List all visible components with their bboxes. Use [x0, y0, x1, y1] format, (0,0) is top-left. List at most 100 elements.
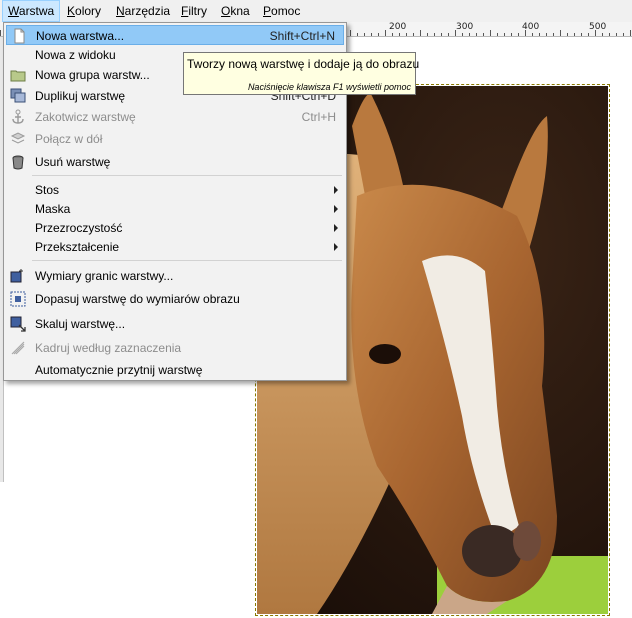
- ruler-tick: [504, 33, 505, 36]
- menu-item-label: Kadruj według zaznaczenia: [35, 341, 182, 355]
- menu-item-merge-down[interactable]: Połącz w dół: [6, 129, 344, 149]
- menu-item-new-layer[interactable]: Nowa warstwa... Shift+Ctrl+N: [6, 25, 344, 45]
- menu-narzedzia[interactable]: Narzędzia: [111, 0, 175, 22]
- menu-item-anchor-layer[interactable]: Zakotwicz warstwę Ctrl+H: [6, 107, 344, 127]
- menu-item-delete-layer[interactable]: Usuń warstwę: [6, 152, 344, 172]
- menu-item-mask[interactable]: Maska: [6, 199, 344, 219]
- ruler-tick: [385, 30, 386, 36]
- ruler-label-400: 400: [522, 22, 540, 32]
- menu-item-label: Usuń warstwę: [35, 155, 111, 169]
- menu-item-transform[interactable]: Przekształcenie: [6, 237, 344, 257]
- menu-item-label: Stos: [35, 183, 60, 197]
- menubar: Warstwa Kolory Narzędzia Filtry Okna Pom…: [0, 0, 632, 22]
- menu-item-label: Skaluj warstwę...: [35, 317, 126, 331]
- submenu-arrow-icon: [334, 205, 338, 213]
- ruler-tick: [364, 33, 365, 36]
- ruler-label-500: 500: [589, 22, 607, 32]
- menu-item-accel: Shift+Ctrl+N: [269, 29, 335, 43]
- ruler-label-200: 200: [389, 22, 407, 32]
- menu-item-crop-to-selection[interactable]: Kadruj według zaznaczenia: [6, 338, 344, 358]
- ruler-tick: [371, 33, 372, 36]
- menu-separator: [32, 175, 342, 176]
- trash-icon: [12, 155, 24, 170]
- ruler-tick: [469, 33, 470, 36]
- ruler-tick: [483, 33, 484, 36]
- merge-down-icon: [10, 132, 26, 144]
- ruler-tick: [413, 33, 414, 36]
- ruler-label-300: 300: [456, 22, 474, 32]
- menu-item-transparency[interactable]: Przezroczystość: [6, 218, 344, 238]
- menu-item-label: Zakotwicz warstwę: [35, 110, 136, 124]
- boundary-size-icon: [10, 269, 23, 283]
- menu-item-label: Automatycznie przytnij warstwę: [35, 363, 203, 377]
- menu-filtry[interactable]: Filtry: [176, 0, 212, 22]
- ruler-tick: [602, 33, 603, 36]
- ruler-tick: [406, 33, 407, 36]
- ruler-tick: [581, 33, 582, 36]
- ruler-tick: [539, 33, 540, 36]
- ruler-tick: [511, 33, 512, 36]
- ruler-tick: [476, 33, 477, 36]
- ruler-tick: [434, 33, 435, 36]
- ruler-tick: [609, 33, 610, 36]
- menu-separator: [32, 260, 342, 261]
- ruler-tick: [588, 33, 589, 36]
- ruler-tick: [546, 33, 547, 36]
- tooltip: Tworzy nową warstwę i dodaje ją do obraz…: [183, 52, 420, 95]
- ruler-tick: [427, 33, 428, 36]
- menu-item-accel: Ctrl+H: [301, 110, 336, 124]
- ruler-tick: [518, 33, 519, 36]
- new-layer-icon: [14, 28, 25, 44]
- ruler-tick: [567, 33, 568, 36]
- anchor-icon: [12, 109, 24, 124]
- ruler-tick: [399, 33, 400, 36]
- menu-item-layer-to-image-size[interactable]: Dopasuj warstwę do wymiarów obrazu: [6, 289, 344, 309]
- ruler-tick: [532, 33, 533, 36]
- ruler-tick: [350, 30, 351, 36]
- menu-item-label: Przekształcenie: [35, 240, 120, 254]
- menu-okna[interactable]: Okna: [216, 0, 255, 22]
- fit-to-image-icon: [10, 291, 26, 307]
- ruler-tick: [462, 33, 463, 36]
- ruler-tick: [560, 30, 561, 36]
- menu-warstwa[interactable]: Warstwa: [2, 0, 61, 22]
- menu-item-scale-layer[interactable]: Skaluj warstwę...: [6, 314, 344, 334]
- menu-kolory[interactable]: Kolory: [62, 0, 106, 22]
- ruler-tick: [420, 30, 421, 36]
- menu-item-label: Duplikuj warstwę: [35, 89, 126, 103]
- ruler-tick: [623, 33, 624, 36]
- ruler-tick: [392, 33, 393, 36]
- ruler-tick: [0, 30, 1, 36]
- menu-item-label: Wymiary granic warstwy...: [35, 269, 174, 283]
- menu-item-layer-boundary-size[interactable]: Wymiary granic warstwy...: [6, 266, 344, 286]
- ruler-tick: [441, 33, 442, 36]
- tooltip-help-hint: Naciśnięcie klawisza F1 wyświetli pomoc: [247, 82, 411, 92]
- tooltip-text: Tworzy nową warstwę i dodaje ją do obraz…: [187, 57, 420, 71]
- scale-icon: [10, 316, 26, 332]
- menu-item-stack[interactable]: Stos: [6, 180, 344, 200]
- menu-item-label: Nowa warstwa...: [36, 29, 125, 43]
- menu-pomoc[interactable]: Pomoc: [258, 0, 305, 22]
- menu-item-label: Dopasuj warstwę do wymiarów obrazu: [35, 292, 240, 306]
- ruler-tick: [490, 30, 491, 36]
- menu-item-label: Przezroczystość: [35, 221, 123, 235]
- submenu-arrow-icon: [334, 243, 338, 251]
- crop-icon: [11, 341, 25, 355]
- ruler-tick: [553, 33, 554, 36]
- menu-item-label: Połącz w dół: [35, 132, 103, 146]
- submenu-arrow-icon: [334, 224, 338, 232]
- ruler-tick: [616, 33, 617, 36]
- ruler-tick: [448, 33, 449, 36]
- ruler-tick: [574, 33, 575, 36]
- ruler-tick: [357, 33, 358, 36]
- duplicate-icon: [10, 88, 26, 103]
- folder-icon: [10, 70, 26, 82]
- ruler-tick: [497, 33, 498, 36]
- menu-item-label: Nowa grupa warstw...: [35, 68, 150, 82]
- menu-item-label: Maska: [35, 202, 71, 216]
- ruler-tick: [630, 30, 631, 36]
- menu-item-autocrop-layer[interactable]: Automatycznie przytnij warstwę: [6, 360, 344, 380]
- ruler-tick: [378, 33, 379, 36]
- submenu-arrow-icon: [334, 186, 338, 194]
- menu-item-label: Nowa z widoku: [35, 48, 116, 62]
